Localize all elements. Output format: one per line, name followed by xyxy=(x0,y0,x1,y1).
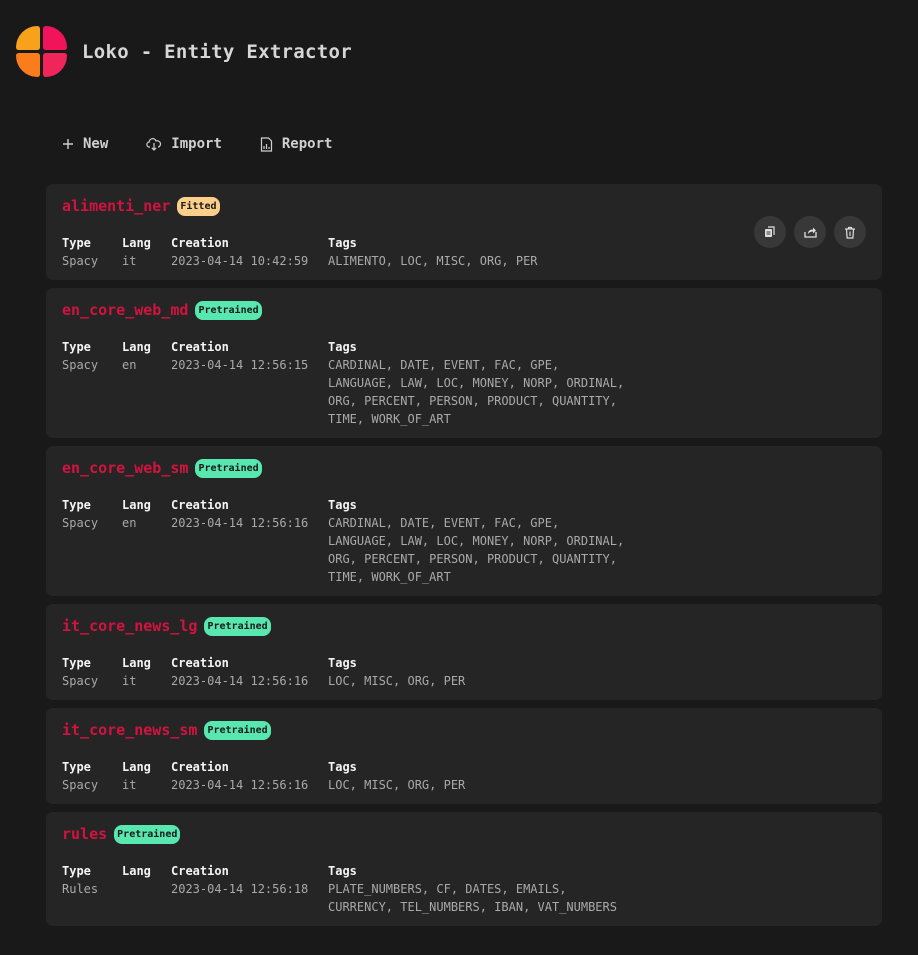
model-name: it_core_news_sm xyxy=(62,721,198,739)
model-card[interactable]: it_core_news_sm Pretrained Type Lang Cre… xyxy=(46,708,882,804)
lang-value: en xyxy=(122,358,137,372)
import-button-label: Import xyxy=(171,136,222,152)
status-badge: Pretrained xyxy=(114,824,181,844)
model-card[interactable]: rules Pretrained Type Lang Creation Tags… xyxy=(46,812,882,926)
lang-label: Lang xyxy=(122,340,151,354)
type-label: Type xyxy=(62,760,91,774)
tags-label: Tags xyxy=(328,656,357,670)
new-button[interactable]: New xyxy=(62,136,108,152)
copy-icon xyxy=(765,226,775,237)
model-card[interactable]: en_core_web_sm Pretrained Type Lang Crea… xyxy=(46,446,882,596)
model-name: en_core_web_sm xyxy=(62,459,189,477)
creation-label: Creation xyxy=(171,760,229,774)
type-value: Spacy xyxy=(62,778,99,792)
lang-value: it xyxy=(122,778,137,792)
new-button-label: New xyxy=(83,136,109,152)
app-header: Loko - Entity Extractor xyxy=(16,24,352,80)
tags-value: PLATE_NUMBERS, CF, DATES, EMAILS, CURREN… xyxy=(328,882,617,914)
status-badge: Fitted xyxy=(177,196,220,216)
creation-value: 2023-04-14 12:56:16 xyxy=(171,516,309,530)
trash-icon xyxy=(845,226,855,239)
tags-value: CARDINAL, DATE, EVENT, FAC, GPE, LANGUAG… xyxy=(328,358,625,426)
tags-value: LOC, MISC, ORG, PER xyxy=(328,674,466,688)
model-card[interactable]: alimenti_ner Fitted Type Lang Creation T… xyxy=(46,184,882,280)
lang-label: Lang xyxy=(122,760,151,774)
status-badge: Pretrained xyxy=(195,458,262,478)
creation-label: Creation xyxy=(171,340,229,354)
creation-label: Creation xyxy=(171,656,229,670)
lang-value: it xyxy=(122,254,137,268)
type-value: Spacy xyxy=(62,516,99,530)
export-icon xyxy=(803,227,817,238)
copy-button[interactable] xyxy=(754,216,786,248)
lang-label: Lang xyxy=(122,236,151,250)
lang-value: it xyxy=(122,674,137,688)
tags-value: CARDINAL, DATE, EVENT, FAC, GPE, LANGUAG… xyxy=(328,516,625,584)
status-badge: Pretrained xyxy=(204,720,271,740)
tags-value: ALIMENTO, LOC, MISC, ORG, PER xyxy=(328,254,538,268)
lang-label: Lang xyxy=(122,656,151,670)
lang-label: Lang xyxy=(122,498,151,512)
status-badge: Pretrained xyxy=(195,300,262,320)
type-value: Rules xyxy=(62,882,99,896)
creation-value: 2023-04-14 10:42:59 xyxy=(171,254,309,268)
model-name: it_core_news_lg xyxy=(62,617,198,635)
type-label: Type xyxy=(62,498,91,512)
export-button[interactable] xyxy=(794,216,826,248)
model-card[interactable]: it_core_news_lg Pretrained Type Lang Cre… xyxy=(46,604,882,700)
cloud-download-icon xyxy=(146,138,162,151)
tags-label: Tags xyxy=(328,864,357,878)
type-label: Type xyxy=(62,656,91,670)
creation-label: Creation xyxy=(171,498,229,512)
lang-label: Lang xyxy=(122,864,151,878)
model-name: rules xyxy=(62,825,108,843)
card-actions xyxy=(746,216,866,248)
report-button-label: Report xyxy=(281,136,333,152)
app-title: Loko - Entity Extractor xyxy=(82,41,352,63)
toolbar: New Import Report xyxy=(62,136,370,152)
lang-value: en xyxy=(122,516,137,530)
type-label: Type xyxy=(62,864,91,878)
type-label: Type xyxy=(62,236,91,250)
creation-label: Creation xyxy=(171,864,229,878)
creation-value: 2023-04-14 12:56:16 xyxy=(171,778,309,792)
model-name: alimenti_ner xyxy=(62,197,171,215)
type-label: Type xyxy=(62,340,91,354)
status-badge: Pretrained xyxy=(204,616,271,636)
tags-label: Tags xyxy=(328,340,357,354)
type-value: Spacy xyxy=(62,254,99,268)
creation-label: Creation xyxy=(171,236,229,250)
report-icon xyxy=(260,136,272,152)
tags-label: Tags xyxy=(328,498,357,512)
import-button[interactable]: Import xyxy=(146,136,222,152)
loko-logo xyxy=(16,26,68,78)
tags-label: Tags xyxy=(328,760,357,774)
type-value: Spacy xyxy=(62,358,99,372)
type-value: Spacy xyxy=(62,674,99,688)
creation-value: 2023-04-14 12:56:16 xyxy=(171,674,309,688)
model-card[interactable]: en_core_web_md Pretrained Type Lang Crea… xyxy=(46,288,882,438)
creation-value: 2023-04-14 12:56:18 xyxy=(171,882,309,896)
tags-value: LOC, MISC, ORG, PER xyxy=(328,778,466,792)
model-list: alimenti_ner Fitted Type Lang Creation T… xyxy=(46,184,882,934)
report-button[interactable]: Report xyxy=(260,136,333,152)
delete-button[interactable] xyxy=(834,216,866,248)
model-name: en_core_web_md xyxy=(62,301,189,319)
creation-value: 2023-04-14 12:56:15 xyxy=(171,358,309,372)
plus-icon xyxy=(63,139,73,149)
lang-value xyxy=(122,880,171,916)
